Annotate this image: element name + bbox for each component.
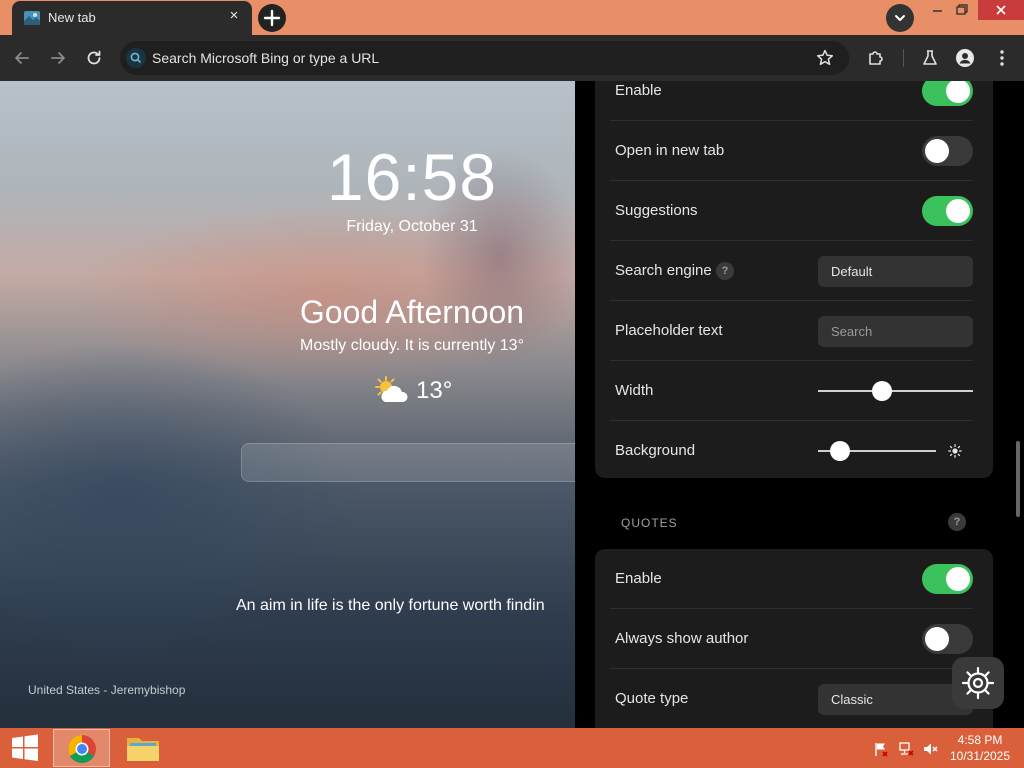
reload-icon [87,50,101,65]
background-slider-thumb[interactable] [830,441,851,461]
windows-logo-icon [12,734,38,761]
placeholder-text-label: Placeholder text [615,322,723,339]
action-center-flag-icon[interactable] [873,741,889,757]
always-show-author-toggle[interactable] [922,624,973,654]
placeholder-text-input[interactable] [818,316,973,347]
settings-scrollbar[interactable] [1016,441,1020,517]
volume-muted-icon[interactable] [922,741,938,757]
close-icon [996,5,1006,15]
settings-button[interactable] [952,657,1004,709]
quote-text: An aim in life is the only fortune worth… [236,597,545,614]
search-engine-select[interactable]: Default [818,256,973,287]
tray-clock[interactable]: 4:58 PM [940,733,1020,747]
toggle-knob [946,199,970,223]
weather-temperature: 13° [416,377,453,404]
quotes-enable-toggle[interactable] [922,564,973,594]
new-tab-favicon-icon [24,11,40,25]
forward-button[interactable] [46,46,70,70]
taskbar-chrome[interactable] [53,729,110,767]
gear-icon [961,666,995,700]
open-new-tab-label: Open in new tab [615,142,725,159]
suggestions-row: Suggestions [595,181,993,241]
chevron-down-icon [895,15,905,21]
more-vertical-icon [1000,50,1004,66]
quote-type-select[interactable]: Classic [818,684,973,715]
search-enable-row: Enable [595,81,993,121]
quotes-settings-card: Enable Always show author Quote type Cla… [595,549,993,728]
suggestions-label: Suggestions [615,202,698,219]
background-row: Background [595,421,993,481]
title-bar: New tab × [0,0,1024,35]
always-show-author-label: Always show author [615,630,749,647]
folder-icon [127,738,159,761]
new-tab-button[interactable] [258,4,286,32]
tab-close-icon[interactable]: × [226,8,242,24]
avatar-icon [956,49,974,67]
quotes-help-icon[interactable]: ? [948,513,966,531]
quote-type-row: Quote type Classic [595,669,993,728]
chrome-icon [68,735,96,763]
photo-credit-link[interactable]: United States - Jeremybishop [28,683,185,697]
search-engine-row: Search engine ? Default [595,241,993,301]
width-label: Width [615,382,654,399]
profile-button[interactable] [953,46,977,70]
open-new-tab-toggle[interactable] [922,136,973,166]
quotes-enable-label: Enable [615,570,662,587]
flask-icon [923,50,937,65]
quote-type-label: Quote type [615,690,689,707]
plus-icon [263,9,281,27]
network-icon[interactable] [898,741,914,757]
tray-date[interactable]: 10/31/2025 [940,749,1020,763]
tab-search-button[interactable] [886,4,914,32]
width-slider-track[interactable] [818,390,973,392]
close-window-button[interactable] [978,0,1024,20]
extensions-button[interactable] [864,46,888,70]
start-button[interactable] [6,733,44,763]
new-tab-page: 16:58 Friday, October 31 Good Afternoon … [0,81,1024,728]
menu-button[interactable] [990,46,1014,70]
suggestions-toggle[interactable] [922,196,973,226]
restore-button[interactable] [945,0,978,20]
search-engine-help-icon[interactable]: ? [716,262,734,280]
quotes-section-header: QUOTES [621,516,678,530]
bing-search-icon [126,48,146,68]
placeholder-text-row: Placeholder text [595,301,993,361]
search-engine-label: Search engine [615,262,712,279]
arrow-right-icon [51,52,65,64]
search-settings-card: Enable Open in new tab Suggestions Searc… [595,81,993,478]
address-bar-placeholder: Search Microsoft Bing or type a URL [152,50,380,66]
search-enable-toggle[interactable] [922,81,973,106]
back-button[interactable] [10,46,34,70]
taskbar-file-explorer[interactable] [115,729,172,767]
settings-panel: Enable Open in new tab Suggestions Searc… [575,81,1024,728]
toggle-knob [925,627,949,651]
taskbar: 4:58 PM 10/31/2025 [0,728,1024,768]
star-icon[interactable] [815,48,835,68]
quotes-enable-row: Enable [595,549,993,609]
width-row: Width [595,361,993,421]
puzzle-icon [869,51,883,65]
always-show-author-row: Always show author [595,609,993,669]
restore-icon [956,4,968,15]
toggle-knob [946,81,970,103]
tab-new-tab[interactable]: New tab × [12,1,252,35]
toolbar-separator [903,49,904,67]
reload-button[interactable] [82,46,106,70]
toggle-knob [925,139,949,163]
tab-title: New tab [48,10,96,25]
background-label: Background [615,442,696,459]
arrow-left-icon [15,52,29,64]
browser-toolbar: Search Microsoft Bing or type a URL [0,35,1024,81]
toggle-knob [946,567,970,591]
search-enable-label: Enable [615,82,662,99]
labs-button[interactable] [918,46,942,70]
sun-icon [948,444,962,458]
address-bar[interactable]: Search Microsoft Bing or type a URL [120,41,849,75]
width-slider-thumb[interactable] [871,381,892,401]
open-new-tab-row: Open in new tab [595,121,993,181]
partly-cloudy-icon [375,376,408,402]
